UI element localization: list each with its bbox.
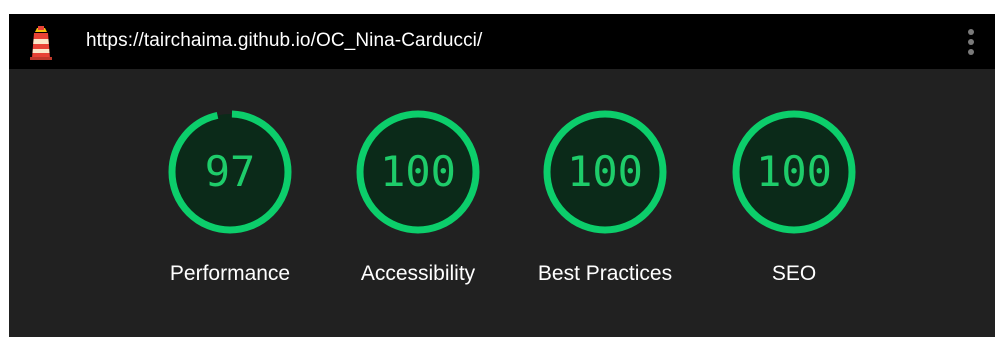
gauge-label: Performance [169, 262, 291, 285]
caption-remnant [0, 0, 1003, 14]
gauge-score: 100 [380, 147, 456, 196]
kebab-dot-icon [968, 49, 974, 55]
gauge-label: Best Practices [537, 262, 673, 285]
page-url[interactable]: https://tairchaima.github.io/OC_Nina-Car… [86, 28, 482, 54]
more-options-button[interactable] [963, 24, 979, 60]
lighthouse-report-panel: https://tairchaima.github.io/OC_Nina-Car… [9, 14, 995, 337]
gauge-score: 100 [756, 147, 832, 196]
gauge-score: 97 [204, 147, 256, 196]
report-topbar: https://tairchaima.github.io/OC_Nina-Car… [9, 14, 995, 69]
gauge-label: SEO [771, 262, 817, 285]
gauge-performance[interactable]: 97 Performance [132, 69, 322, 337]
kebab-dot-icon [968, 29, 974, 35]
kebab-dot-icon [968, 39, 974, 45]
gauge-score: 100 [567, 147, 643, 196]
gauge-accessibility[interactable]: 100 Accessibility [320, 69, 510, 337]
gauge-best-practices[interactable]: 100 Best Practices [507, 69, 697, 337]
gauge-seo[interactable]: 100 SEO [696, 69, 886, 337]
gauge-label: Accessibility [360, 262, 476, 285]
score-gauges: 97 Performance 100 Accessibility 100 Bes… [9, 69, 995, 337]
lighthouse-logo-icon [30, 26, 52, 60]
